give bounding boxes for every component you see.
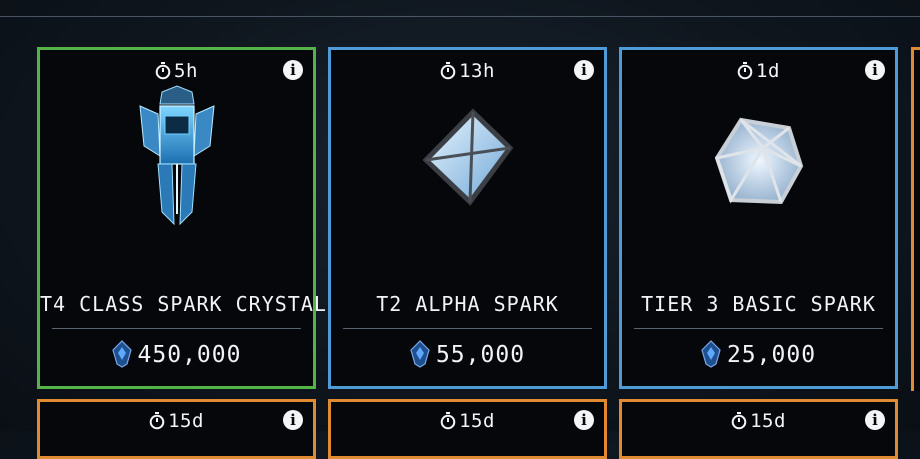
crystal-currency-icon: [111, 340, 132, 368]
price-label: 25,000: [726, 342, 817, 368]
shop-card-row2-2[interactable]: 15d i: [328, 399, 607, 459]
card-timer: 13h: [331, 60, 604, 82]
timer-label: 13h: [459, 60, 495, 82]
card-timer: 15d: [622, 410, 895, 432]
shop-card-t4-class-spark-crystal[interactable]: 5h i T4 CLASS SPARK CRYSTAL 450,000: [37, 47, 327, 389]
info-icon[interactable]: i: [865, 60, 885, 80]
crystal-currency-icon: [410, 340, 430, 368]
info-icon[interactable]: i: [283, 60, 303, 80]
shop-card-tier-3-basic-spark[interactable]: 1d i TIER 3 BASIC SPARK 25,000: [619, 47, 898, 389]
card-timer: 1d: [622, 60, 895, 82]
crystal-currency-icon: [701, 340, 721, 368]
card-timer: 15d: [331, 410, 604, 432]
info-icon[interactable]: i: [574, 410, 594, 430]
card-timer: 15d: [40, 410, 313, 432]
t4-spark-crystal-image: [138, 85, 215, 226]
shop-card-row2-3[interactable]: 15d i: [619, 399, 898, 459]
shop-card-t2-alpha-spark[interactable]: 13h i T2 ALPHA SPARK 55,000: [328, 47, 607, 389]
timer-label: 15d: [168, 410, 204, 432]
stopwatch-icon: [737, 62, 753, 80]
info-icon[interactable]: i: [574, 60, 594, 80]
card-timer: 5h: [40, 60, 313, 82]
info-icon[interactable]: i: [865, 410, 885, 430]
shop-card-offscreen[interactable]: [911, 47, 920, 391]
stopwatch-icon: [731, 412, 747, 430]
card-divider: [634, 328, 883, 329]
stopwatch-icon: [440, 62, 456, 80]
stopwatch-icon: [440, 412, 456, 430]
stopwatch-icon: [155, 62, 171, 80]
item-price[interactable]: 25,000: [622, 340, 895, 368]
shop-card-row2-1[interactable]: 15d i: [37, 399, 316, 459]
price-label: 450,000: [137, 342, 242, 368]
stopwatch-icon: [149, 412, 165, 430]
t2-alpha-spark-image: [421, 108, 513, 206]
tier-3-basic-spark-image: [714, 117, 803, 205]
timer-label: 1d: [756, 60, 780, 82]
header-divider: [0, 16, 920, 17]
timer-label: 15d: [750, 410, 786, 432]
item-title: T2 ALPHA SPARK: [376, 292, 559, 316]
timer-label: 5h: [174, 60, 198, 82]
item-title: TIER 3 BASIC SPARK: [641, 292, 876, 316]
card-divider: [343, 328, 592, 329]
item-title: T4 CLASS SPARK CRYSTAL: [40, 292, 327, 316]
card-divider: [52, 328, 301, 329]
item-price[interactable]: 55,000: [331, 340, 604, 368]
item-price[interactable]: 450,000: [40, 340, 313, 368]
info-icon[interactable]: i: [283, 410, 303, 430]
timer-label: 15d: [459, 410, 495, 432]
price-label: 55,000: [435, 342, 526, 368]
